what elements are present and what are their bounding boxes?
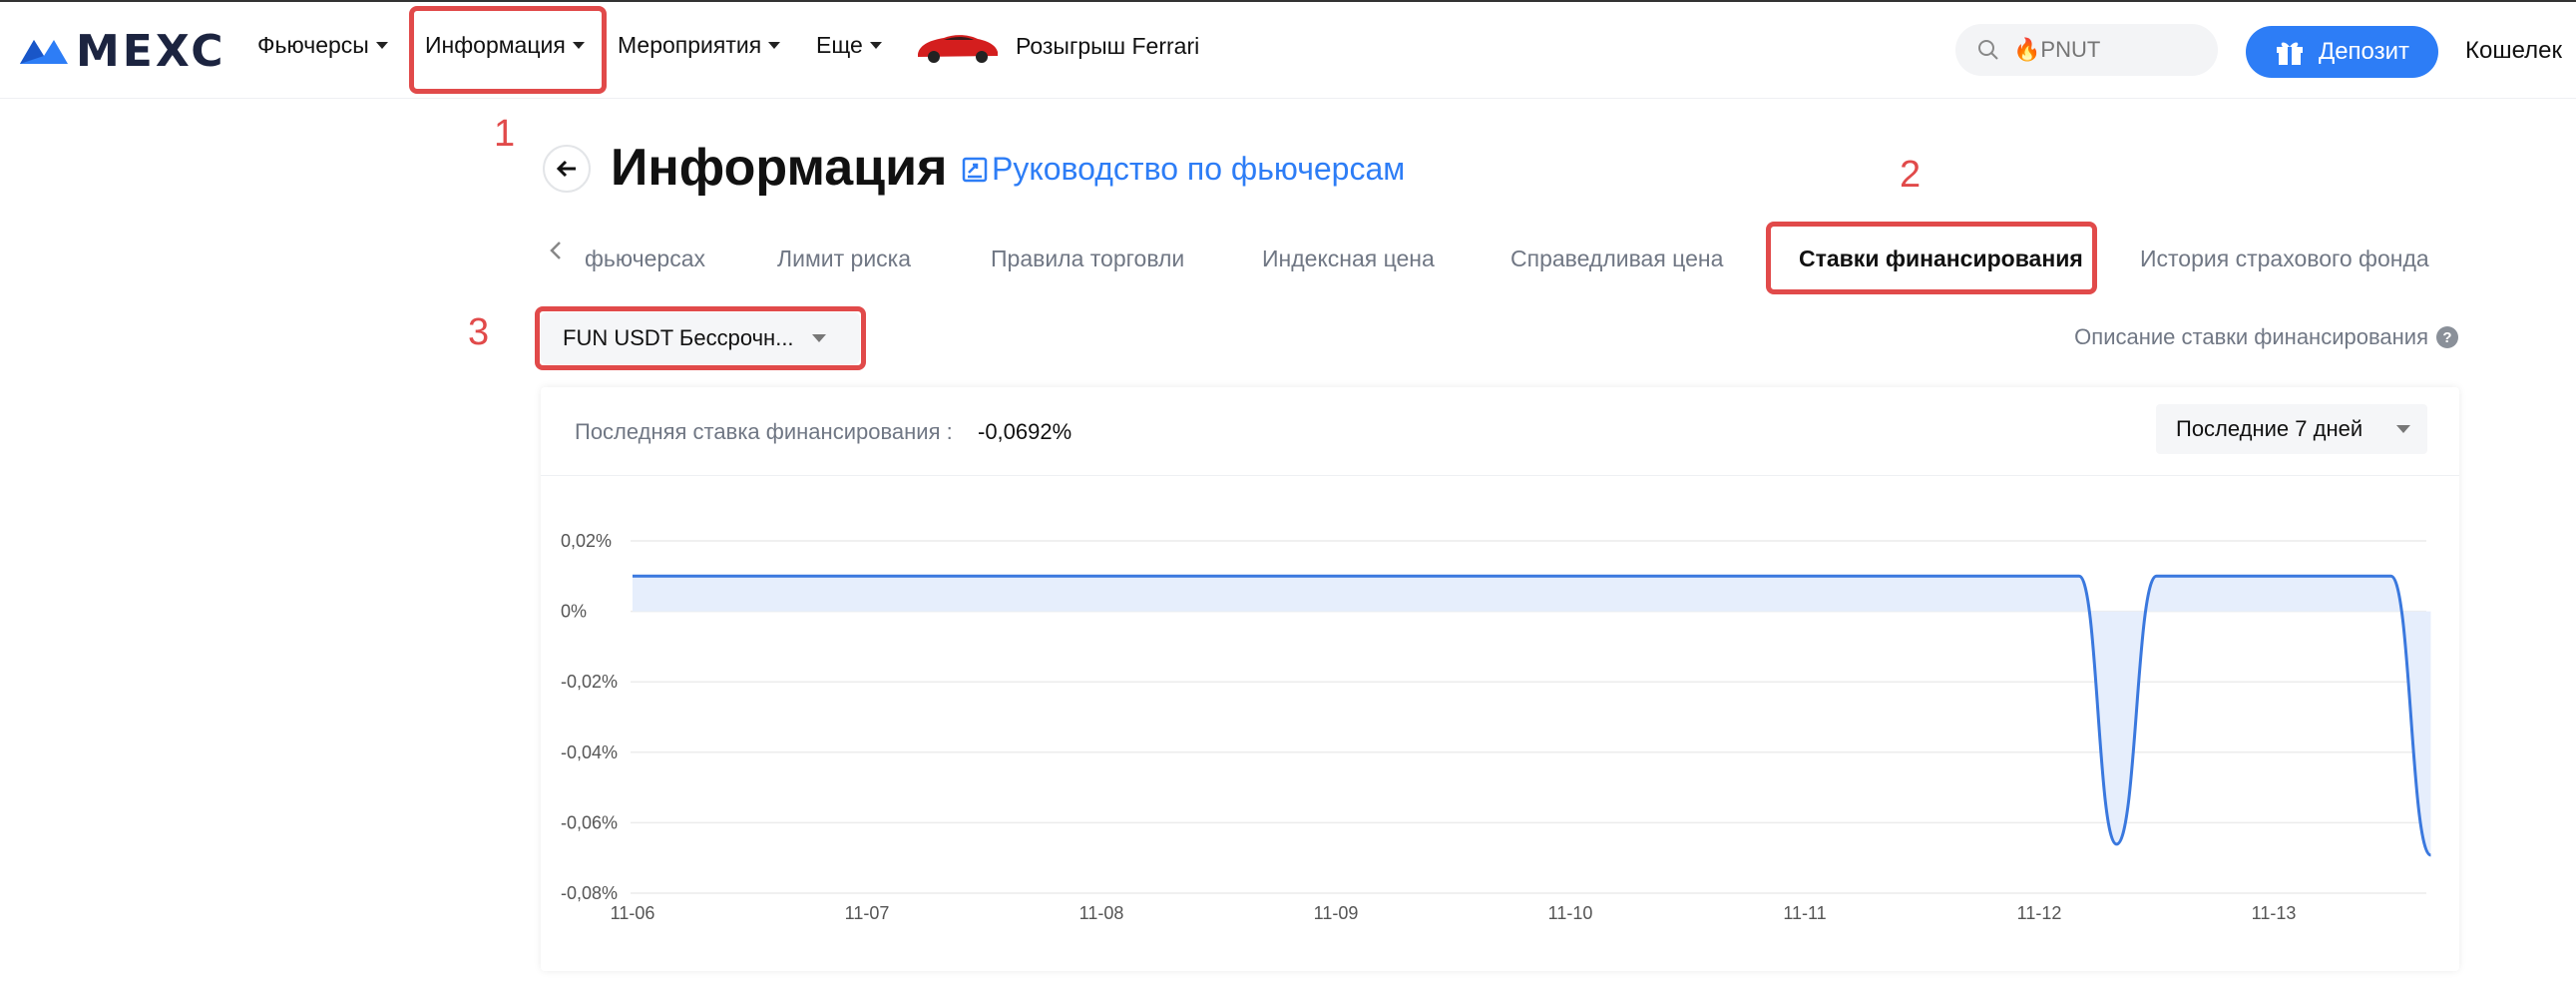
annotation-number-1: 1 xyxy=(494,113,516,155)
funding-rate-description-label: Описание ставки финансирования xyxy=(2074,324,2428,349)
chevron-down-icon xyxy=(375,42,388,49)
ferrari-car-icon xyxy=(918,35,998,63)
funding-rate-chart-card: Последняя ставка финансирования : -0,069… xyxy=(541,387,2459,971)
annotation-number-3: 3 xyxy=(468,311,490,353)
help-icon: ? xyxy=(2436,326,2458,348)
tab-trading-rules[interactable]: Правила торговли xyxy=(991,246,1184,272)
annotation-number-2: 2 xyxy=(1900,154,1922,196)
top-navigation-bar: MEXC Фьючерсы Информация Мероприятия Еще… xyxy=(0,2,2576,99)
x-tick-label: 11-11 xyxy=(1783,903,1826,923)
y-tick-label: -0,06% xyxy=(561,812,618,832)
search-box[interactable] xyxy=(1955,24,2218,76)
y-tick-label: -0,04% xyxy=(561,742,618,762)
nav-ferrari-giveaway[interactable]: Розыгрыш Ferrari xyxy=(914,26,1199,66)
mexc-logo-icon xyxy=(20,40,68,64)
futures-guide-link[interactable]: Руководство по фьючерсам xyxy=(962,151,1405,188)
search-icon xyxy=(1978,40,1998,60)
nav-futures-label: Фьючерсы xyxy=(257,32,369,58)
tab-funding-rates[interactable]: Ставки финансирования xyxy=(1799,246,2083,272)
y-tick-label: -0,02% xyxy=(561,672,618,692)
funding-rate-chart: 0,02% 0% -0,02% -0,04% -0,06% -0,08%11-06 11-0… xyxy=(561,531,2432,923)
tab-risk-limit[interactable]: Лимит риска xyxy=(777,246,911,272)
wallet-menu[interactable]: Кошелек xyxy=(2465,37,2562,65)
contract-selector-value: FUN USDT Бессрочн... xyxy=(563,325,794,350)
page-title: Информация xyxy=(611,139,948,197)
tab-futures-info[interactable]: фьючерсах xyxy=(585,246,705,272)
y-tick-label: 0% xyxy=(561,602,587,622)
tab-fair-price[interactable]: Справедливая цена xyxy=(1510,246,1723,272)
tab-insurance-fund-history[interactable]: История страхового фонда xyxy=(2140,246,2429,272)
nav-more[interactable]: Еще xyxy=(816,32,882,59)
nav-ferrari-label: Розыгрыш Ferrari xyxy=(1016,32,1200,59)
back-button[interactable] xyxy=(543,145,591,193)
futures-guide-label: Руководство по фьючерсам xyxy=(992,151,1406,187)
chevron-down-icon xyxy=(869,42,882,49)
nav-futures[interactable]: Фьючерсы xyxy=(257,32,388,59)
gift-icon xyxy=(2276,42,2303,65)
x-tick-label: 11-12 xyxy=(2017,903,2062,923)
y-tick-label: 0,02% xyxy=(561,531,612,551)
chevron-down-icon xyxy=(2396,425,2411,433)
book-icon xyxy=(962,157,988,182)
chart-card-header: Последняя ставка финансирования : -0,069… xyxy=(541,387,2459,476)
search-input[interactable] xyxy=(2011,36,2205,64)
deposit-button[interactable]: Депозит xyxy=(2246,26,2438,78)
tabs-scroll-left[interactable] xyxy=(549,240,563,267)
period-selector-value: Последние 7 дней xyxy=(2176,416,2363,441)
funding-rate-description-link[interactable]: Описание ставки финансирования ? xyxy=(2074,324,2458,350)
chevron-down-icon xyxy=(811,334,826,342)
x-tick-label: 11-09 xyxy=(1314,903,1359,923)
wallet-label: Кошелек xyxy=(2465,37,2562,64)
mexc-logo[interactable]: MEXC xyxy=(18,25,226,77)
last-funding-rate-value: -0,0692% xyxy=(978,419,1073,444)
annotation-box-1 xyxy=(409,6,607,94)
period-selector[interactable]: Последние 7 дней xyxy=(2156,404,2427,454)
nav-more-label: Еще xyxy=(816,32,863,58)
contract-selector[interactable]: FUN USDT Бессрочн... xyxy=(541,312,860,364)
series-area xyxy=(633,576,2431,855)
x-tick-label: 11-08 xyxy=(1079,903,1124,923)
tab-index-price[interactable]: Индексная цена xyxy=(1262,246,1435,272)
x-tick-label: 11-07 xyxy=(845,903,890,923)
logo-text: MEXC xyxy=(76,25,226,77)
y-tick-label: -0,08% xyxy=(561,883,618,903)
chevron-left-icon xyxy=(550,242,561,259)
last-funding-rate-label: Последняя ставка финансирования : xyxy=(575,419,953,444)
x-tick-label: 11-06 xyxy=(611,903,655,923)
x-tick-label: 11-10 xyxy=(1548,903,1593,923)
arrow-left-icon xyxy=(556,160,576,178)
nav-events[interactable]: Мероприятия xyxy=(618,32,781,59)
x-tick-label: 11-13 xyxy=(2252,903,2297,923)
nav-events-label: Мероприятия xyxy=(618,32,762,58)
chevron-down-icon xyxy=(768,42,781,49)
deposit-label: Депозит xyxy=(2318,38,2410,65)
series-line xyxy=(633,574,2432,857)
